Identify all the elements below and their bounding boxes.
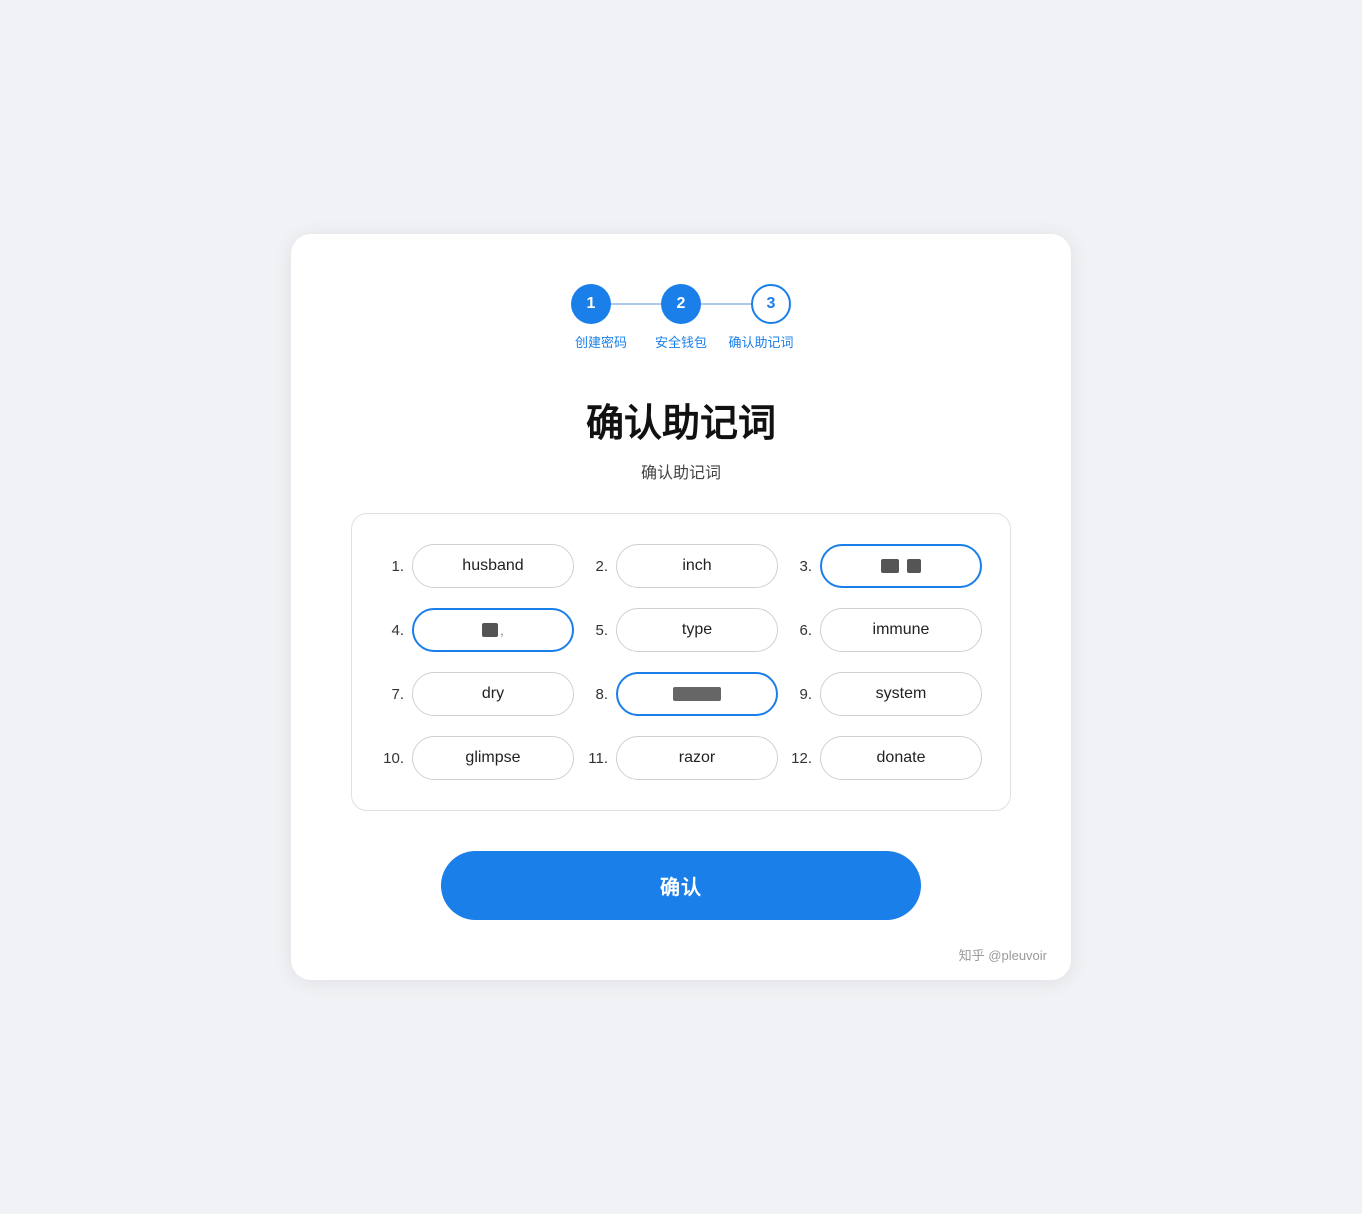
word-box-9[interactable]: system: [820, 672, 982, 716]
redact-3a: [881, 559, 899, 573]
word-item-4: 4. ,: [380, 608, 574, 652]
word-number-9: 9.: [788, 686, 812, 703]
word-box-8[interactable]: [616, 672, 778, 716]
word-item-9: 9. system: [788, 672, 982, 716]
stepper-labels: 创建密码 安全钱包 确认助记词: [561, 334, 801, 352]
stepper-circles: 1 2 3: [571, 284, 791, 324]
word-number-4: 4.: [380, 622, 404, 639]
word-text-10: glimpse: [465, 749, 520, 767]
step-1-label: 创建密码: [561, 334, 641, 352]
word-box-5[interactable]: type: [616, 608, 778, 652]
word-box-1[interactable]: husband: [412, 544, 574, 588]
word-number-12: 12.: [788, 750, 812, 767]
step-3-circle: 3: [751, 284, 791, 324]
word-grid: 1. husband 2. inch 3.: [380, 544, 982, 780]
word-text-9: system: [876, 685, 927, 703]
word-number-6: 6.: [788, 622, 812, 639]
step-1-circle: 1: [571, 284, 611, 324]
word-grid-container: 1. husband 2. inch 3.: [351, 513, 1011, 811]
word-box-2[interactable]: inch: [616, 544, 778, 588]
redact-3b: [907, 559, 921, 573]
word-item-12: 12. donate: [788, 736, 982, 780]
watermark: 知乎 @pleuvoir: [959, 945, 1047, 964]
word-text-7: dry: [482, 685, 504, 703]
word-box-10[interactable]: glimpse: [412, 736, 574, 780]
word-text-1: husband: [462, 557, 523, 575]
page-title: 确认助记词: [351, 392, 1011, 447]
word-item-1: 1. husband: [380, 544, 574, 588]
word-item-5: 5. type: [584, 608, 778, 652]
step-2-circle: 2: [661, 284, 701, 324]
word-box-4[interactable]: ,: [412, 608, 574, 652]
word-text-12: donate: [877, 749, 926, 767]
word-number-1: 1.: [380, 558, 404, 575]
word-text-6: immune: [873, 621, 930, 639]
word-item-10: 10. glimpse: [380, 736, 574, 780]
word-text-5: type: [682, 621, 712, 639]
page-subtitle: 确认助记词: [351, 459, 1011, 483]
word-text-2: inch: [682, 557, 711, 575]
word-number-3: 3.: [788, 558, 812, 575]
word-box-7[interactable]: dry: [412, 672, 574, 716]
word-item-7: 7. dry: [380, 672, 574, 716]
stepper: 1 2 3 创建密码 安全钱包 确认助记词: [351, 284, 1011, 352]
word-number-8: 8.: [584, 686, 608, 703]
redact-4: [482, 623, 498, 637]
word-box-12[interactable]: donate: [820, 736, 982, 780]
word-text-11: razor: [679, 749, 715, 767]
word-item-11: 11. razor: [584, 736, 778, 780]
word-item-6: 6. immune: [788, 608, 982, 652]
word-number-10: 10.: [380, 750, 404, 767]
word-item-2: 2. inch: [584, 544, 778, 588]
word-number-7: 7.: [380, 686, 404, 703]
step-2-label: 安全钱包: [641, 334, 721, 352]
step-line-1: [611, 303, 661, 305]
word-box-3[interactable]: [820, 544, 982, 588]
word-box-11[interactable]: razor: [616, 736, 778, 780]
redact-8: [673, 687, 721, 701]
word-number-2: 2.: [584, 558, 608, 575]
word-number-11: 11.: [584, 750, 608, 767]
step-line-2: [701, 303, 751, 305]
step-3-label: 确认助记词: [721, 334, 801, 352]
word-number-5: 5.: [584, 622, 608, 639]
confirm-button[interactable]: 确认: [441, 851, 921, 920]
word-box-6[interactable]: immune: [820, 608, 982, 652]
word-item-3: 3.: [788, 544, 982, 588]
word-item-8: 8.: [584, 672, 778, 716]
main-card: 1 2 3 创建密码 安全钱包 确认助记词 确认助记词 确认助记词 1. hus…: [291, 234, 1071, 980]
